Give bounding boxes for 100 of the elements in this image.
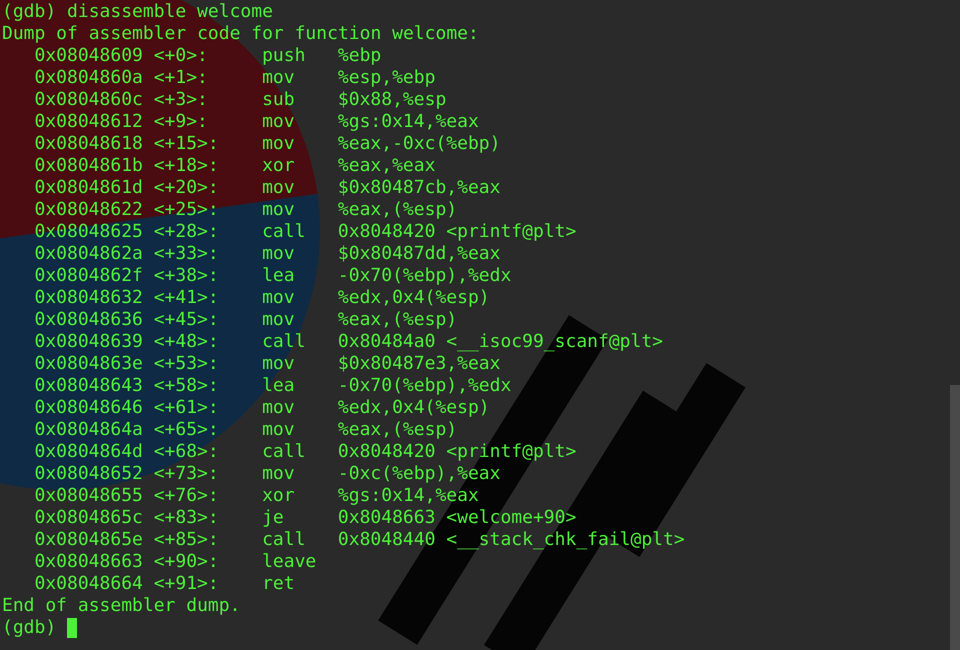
instruction-offset: <+1>:	[154, 67, 209, 89]
dump-header: Dump of assembler code for function welcome:	[2, 23, 480, 45]
instruction-address: 0x0804860c	[34, 89, 144, 111]
instruction-mnemonic: xor	[262, 485, 296, 507]
instruction-mnemonic: leave	[262, 551, 318, 573]
instruction-operands: %eax,%eax	[338, 155, 436, 177]
instruction-mnemonic: lea	[262, 375, 296, 397]
instruction-offset: <+83>:	[154, 507, 220, 529]
instruction-offset: <+61>:	[154, 397, 220, 419]
gdb-prompt: (gdb)	[2, 617, 56, 639]
instruction-address: 0x08048655	[34, 485, 144, 507]
instruction-address: 0x08048643	[34, 375, 144, 397]
instruction-mnemonic: call	[262, 331, 306, 353]
instruction-address: 0x0804862a	[34, 243, 144, 265]
instruction-address: 0x0804860a	[34, 67, 144, 89]
instruction-mnemonic: push	[262, 45, 306, 67]
instruction-mnemonic: call	[262, 441, 306, 463]
instruction-operands: %eax,(%esp)	[338, 419, 458, 441]
instruction-mnemonic: mov	[262, 111, 296, 133]
scrollbar-thumb[interactable]	[950, 385, 960, 650]
instruction-address: 0x0804864a	[34, 419, 144, 441]
instruction-operands: %eax,(%esp)	[338, 309, 458, 331]
instruction-address: 0x0804861d	[34, 177, 144, 199]
instruction-operands: %ebp	[338, 45, 382, 67]
instruction-operands: 0x8048420 <printf@plt>	[338, 221, 576, 243]
instruction-offset: <+3>:	[154, 89, 209, 111]
instruction-offset: <+41>:	[154, 287, 220, 309]
instruction-address: 0x08048618	[34, 133, 144, 155]
instruction-mnemonic: mov	[262, 243, 296, 265]
instruction-offset: <+91>:	[154, 573, 220, 595]
instruction-mnemonic: mov	[262, 397, 296, 419]
instruction-operands: %edx,0x4(%esp)	[338, 287, 490, 309]
instruction-offset: <+28>:	[154, 221, 220, 243]
instruction-address: 0x0804864d	[34, 441, 144, 463]
instruction-offset: <+33>:	[154, 243, 220, 265]
instruction-offset: <+38>:	[154, 265, 220, 287]
instruction-mnemonic: ret	[262, 573, 296, 595]
text-cursor	[67, 618, 78, 638]
instruction-address: 0x08048612	[34, 111, 144, 133]
instruction-address: 0x08048625	[34, 221, 144, 243]
instruction-mnemonic: mov	[262, 133, 296, 155]
instruction-mnemonic: mov	[262, 419, 296, 441]
instruction-offset: <+85>:	[154, 529, 220, 551]
instruction-mnemonic: mov	[262, 67, 296, 89]
instruction-address: 0x08048622	[34, 199, 144, 221]
instruction-offset: <+65>:	[154, 419, 220, 441]
instruction-mnemonic: lea	[262, 265, 296, 287]
instruction-address: 0x08048636	[34, 309, 144, 331]
instruction-offset: <+25>:	[154, 199, 220, 221]
command-text: disassemble welcome	[67, 1, 273, 23]
instruction-offset: <+45>:	[154, 309, 220, 331]
instruction-operands: -0x70(%ebp),%edx	[338, 265, 512, 287]
instruction-address: 0x0804862f	[34, 265, 144, 287]
instruction-operands: %eax,(%esp)	[338, 199, 458, 221]
dump-footer: End of assembler dump.	[2, 595, 960, 617]
instruction-operands: 0x80484a0 <__isoc99_scanf@plt>	[338, 331, 664, 353]
instruction-operands: 0x8048420 <printf@plt>	[338, 441, 576, 463]
instruction-mnemonic: mov	[262, 463, 296, 485]
instruction-mnemonic: xor	[262, 155, 296, 177]
instruction-operands: $0x80487dd,%eax	[338, 243, 500, 265]
instruction-operands: -0xc(%ebp),%eax	[338, 463, 500, 485]
instruction-address: 0x08048664	[34, 573, 144, 595]
instruction-offset: <+9>:	[154, 111, 209, 133]
instruction-offset: <+76>:	[154, 485, 220, 507]
instruction-operands: $0x80487e3,%eax	[338, 353, 500, 375]
instruction-offset: <+68>:	[154, 441, 220, 463]
instruction-offset: <+58>:	[154, 375, 220, 397]
instruction-address: 0x08048609	[34, 45, 144, 67]
instruction-operands: %eax,-0xc(%ebp)	[338, 133, 500, 155]
instruction-offset: <+15>:	[154, 133, 220, 155]
instruction-address: 0x0804865c	[34, 507, 144, 529]
instruction-offset: <+18>:	[154, 155, 220, 177]
instruction-offset: <+90>:	[154, 551, 220, 573]
instruction-address: 0x08048646	[34, 397, 144, 419]
instruction-operands: %esp,%ebp	[338, 67, 436, 89]
instruction-mnemonic: mov	[262, 177, 296, 199]
instruction-offset: <+73>:	[154, 463, 220, 485]
instruction-operands: $0x80487cb,%eax	[338, 177, 500, 199]
instruction-address: 0x08048652	[34, 463, 144, 485]
instruction-address: 0x08048632	[34, 287, 144, 309]
instruction-operands: 0x8048663 <welcome+90>	[338, 507, 576, 529]
instruction-address: 0x0804861b	[34, 155, 144, 177]
instruction-operands: 0x8048440 <__stack_chk_fail@plt>	[338, 529, 685, 551]
instruction-mnemonic: mov	[262, 353, 296, 375]
instruction-operands: %edx,0x4(%esp)	[338, 397, 490, 419]
instruction-offset: <+48>:	[154, 331, 220, 353]
gdb-prompt: (gdb)	[2, 1, 56, 23]
instruction-mnemonic: mov	[262, 199, 296, 221]
instruction-operands: -0x70(%ebp),%edx	[338, 375, 512, 397]
instruction-address: 0x08048663	[34, 551, 144, 573]
instruction-offset: <+53>:	[154, 353, 220, 375]
instruction-operands: %gs:0x14,%eax	[338, 111, 479, 133]
instruction-mnemonic: je	[262, 507, 285, 529]
instruction-address: 0x08048639	[34, 331, 144, 353]
instruction-mnemonic: call	[262, 221, 306, 243]
instruction-mnemonic: call	[262, 529, 306, 551]
instruction-operands: %gs:0x14,%eax	[338, 485, 479, 507]
instruction-mnemonic: mov	[262, 309, 296, 331]
instruction-mnemonic: mov	[262, 287, 296, 309]
instruction-mnemonic: sub	[262, 89, 296, 111]
